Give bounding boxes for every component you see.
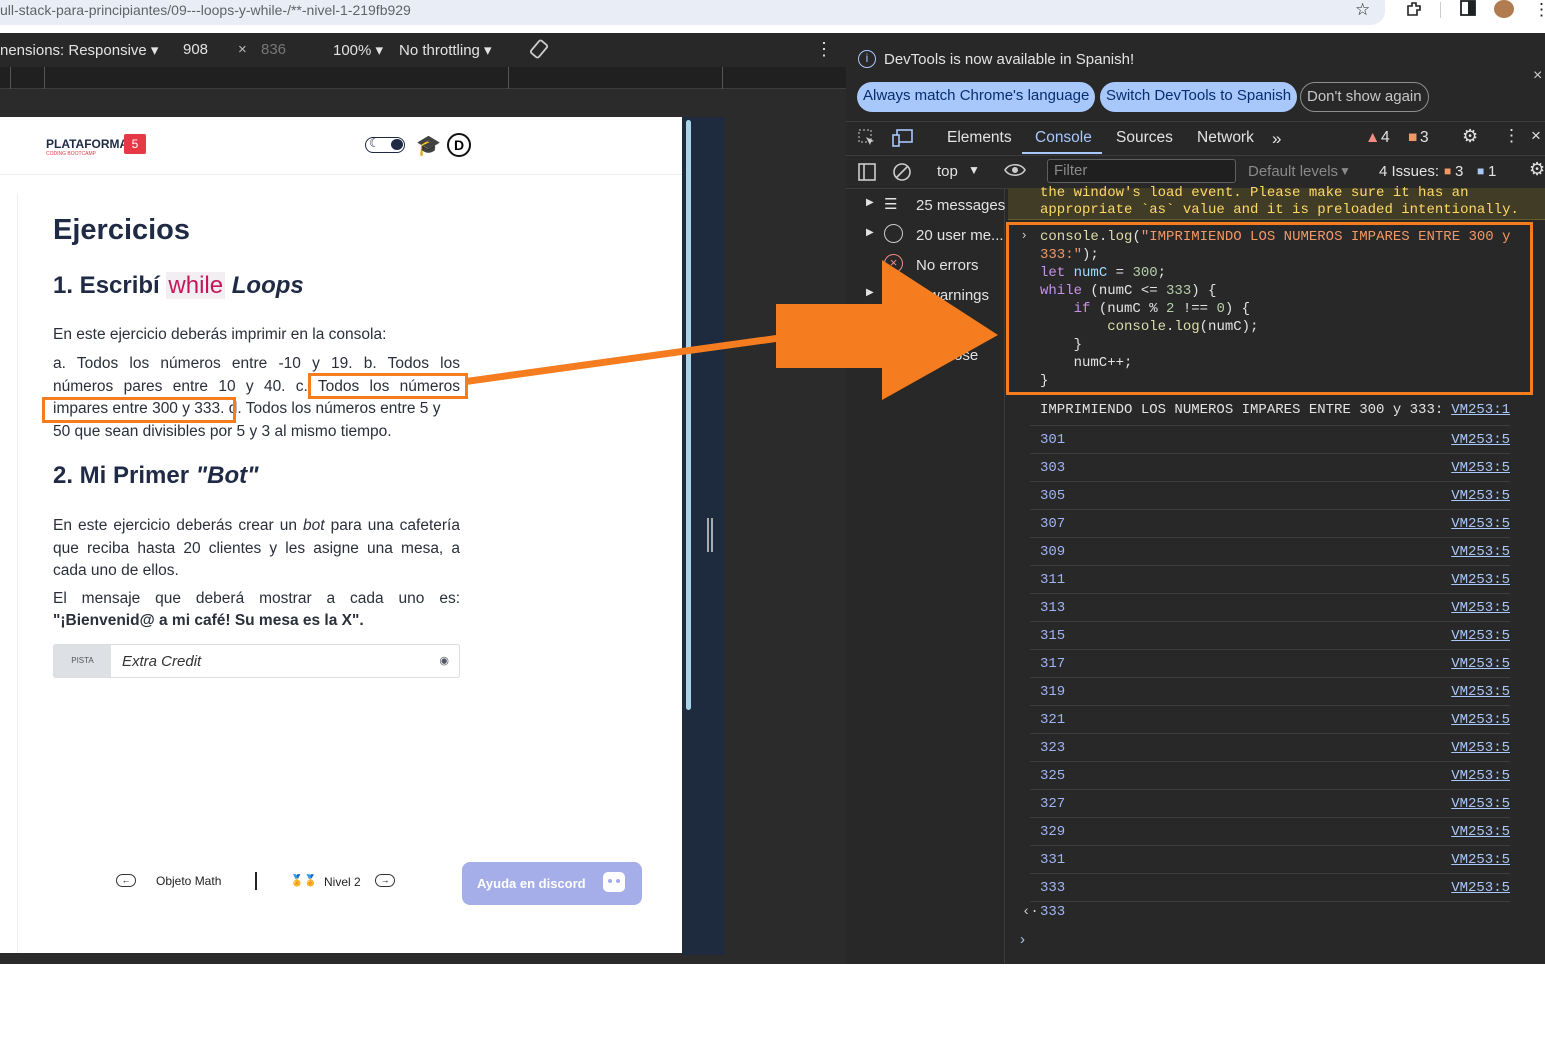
- annotation-arrow: [466, 260, 998, 400]
- bottom-whitespace: [0, 964, 1545, 1041]
